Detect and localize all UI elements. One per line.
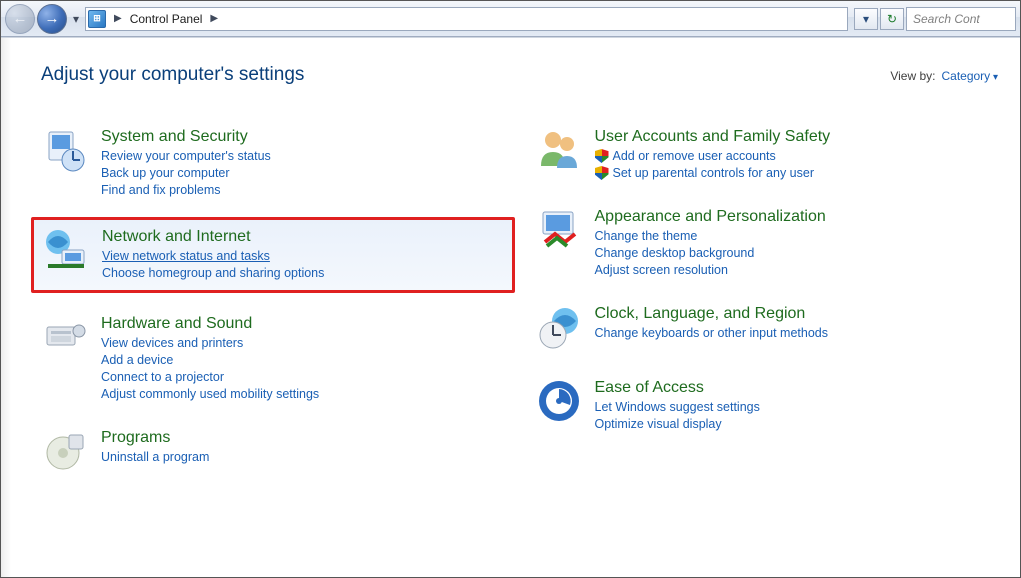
category-link[interactable]: Review your computer's status	[101, 149, 271, 163]
category-link[interactable]: Uninstall a program	[101, 450, 209, 464]
category-link[interactable]: Change desktop background	[595, 246, 826, 260]
arrow-left-icon: ←	[13, 10, 28, 27]
history-dropdown-button[interactable]: ▾	[854, 8, 878, 30]
search-input[interactable]: Search Cont	[906, 7, 1016, 31]
category-title[interactable]: System and Security	[101, 128, 271, 146]
chevron-right-icon[interactable]: ▶	[206, 13, 222, 24]
category-title[interactable]: Hardware and Sound	[101, 315, 319, 333]
hardware-sound-icon	[41, 313, 89, 361]
navbar: ← → ▾ ⊞ ▶ Control Panel ▶ ▾ ↻ Search Con…	[1, 1, 1020, 37]
category-clock-language-region: Clock, Language, and Region Change keybo…	[535, 303, 999, 351]
category-title[interactable]: Clock, Language, and Region	[595, 305, 828, 323]
category-title[interactable]: Network and Internet	[102, 228, 324, 246]
category-title[interactable]: User Accounts and Family Safety	[595, 128, 831, 146]
system-security-icon	[41, 126, 89, 174]
category-appearance: Appearance and Personalization Change th…	[535, 206, 999, 277]
category-ease-of-access: Ease of Access Let Windows suggest setti…	[535, 377, 999, 431]
category-network-internet: Network and Internet View network status…	[42, 226, 504, 280]
viewby-control: View by: Category	[890, 69, 998, 83]
breadcrumb[interactable]: ⊞ ▶ Control Panel ▶	[85, 7, 848, 31]
content-area: Adjust your computer's settings View by:…	[1, 37, 1020, 577]
category-link[interactable]: Let Windows suggest settings	[595, 400, 760, 414]
category-link[interactable]: Connect to a projector	[101, 370, 319, 384]
left-edge-shadow	[1, 38, 11, 577]
category-link-shielded[interactable]: Add or remove user accounts	[595, 149, 831, 163]
highlighted-category: Network and Internet View network status…	[31, 217, 515, 293]
breadcrumb-item[interactable]: Control Panel	[130, 12, 203, 26]
network-internet-icon	[42, 226, 90, 274]
ease-of-access-icon	[535, 377, 583, 425]
arrow-right-icon: →	[45, 10, 60, 27]
category-link[interactable]: Optimize visual display	[595, 417, 760, 431]
main-content: Adjust your computer's settings View by:…	[11, 38, 1020, 577]
appearance-icon	[535, 206, 583, 254]
programs-icon	[41, 427, 89, 475]
category-title[interactable]: Ease of Access	[595, 379, 760, 397]
category-link[interactable]: Choose homegroup and sharing options	[102, 266, 324, 280]
category-link[interactable]: Find and fix problems	[101, 183, 271, 197]
control-panel-icon: ⊞	[88, 10, 106, 28]
category-link[interactable]: Add a device	[101, 353, 319, 367]
category-link[interactable]: Adjust screen resolution	[595, 263, 826, 277]
category-link-highlighted[interactable]: View network status and tasks	[102, 249, 324, 263]
category-columns: System and Security Review your computer…	[41, 126, 998, 501]
category-title[interactable]: Programs	[101, 429, 209, 447]
back-button[interactable]: ←	[5, 4, 35, 34]
clock-language-region-icon	[535, 303, 583, 351]
column-left: System and Security Review your computer…	[41, 126, 505, 501]
viewby-label: View by:	[890, 69, 935, 83]
category-programs: Programs Uninstall a program	[41, 427, 505, 475]
content-header: Adjust your computer's settings View by:…	[41, 64, 998, 86]
nav-history-dropdown[interactable]: ▾	[69, 4, 83, 34]
chevron-right-icon[interactable]: ▶	[110, 13, 126, 24]
refresh-button[interactable]: ↻	[880, 8, 904, 30]
window: ← → ▾ ⊞ ▶ Control Panel ▶ ▾ ↻ Search Con…	[0, 0, 1021, 578]
page-title: Adjust your computer's settings	[41, 64, 304, 86]
category-user-accounts: User Accounts and Family Safety Add or r…	[535, 126, 999, 180]
category-title[interactable]: Appearance and Personalization	[595, 208, 826, 226]
column-right: User Accounts and Family Safety Add or r…	[535, 126, 999, 501]
category-hardware-sound: Hardware and Sound View devices and prin…	[41, 313, 505, 401]
category-link[interactable]: Adjust commonly used mobility settings	[101, 387, 319, 401]
category-system-security: System and Security Review your computer…	[41, 126, 505, 197]
category-link[interactable]: Change keyboards or other input methods	[595, 326, 828, 340]
user-accounts-icon	[535, 126, 583, 174]
category-link-shielded[interactable]: Set up parental controls for any user	[595, 166, 831, 180]
category-link[interactable]: Back up your computer	[101, 166, 271, 180]
category-link[interactable]: View devices and printers	[101, 336, 319, 350]
viewby-dropdown[interactable]: Category	[941, 69, 998, 83]
forward-button[interactable]: →	[37, 4, 67, 34]
category-link[interactable]: Change the theme	[595, 229, 826, 243]
